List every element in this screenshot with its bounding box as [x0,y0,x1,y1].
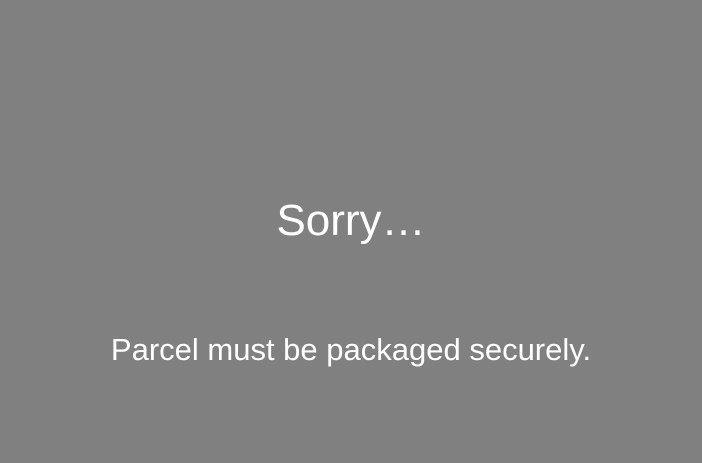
sorry-screen: Sorry… Parcel must be packaged securely. [0,0,702,463]
page-title: Sorry… [276,196,426,245]
error-message: Parcel must be packaged securely. [110,332,592,367]
